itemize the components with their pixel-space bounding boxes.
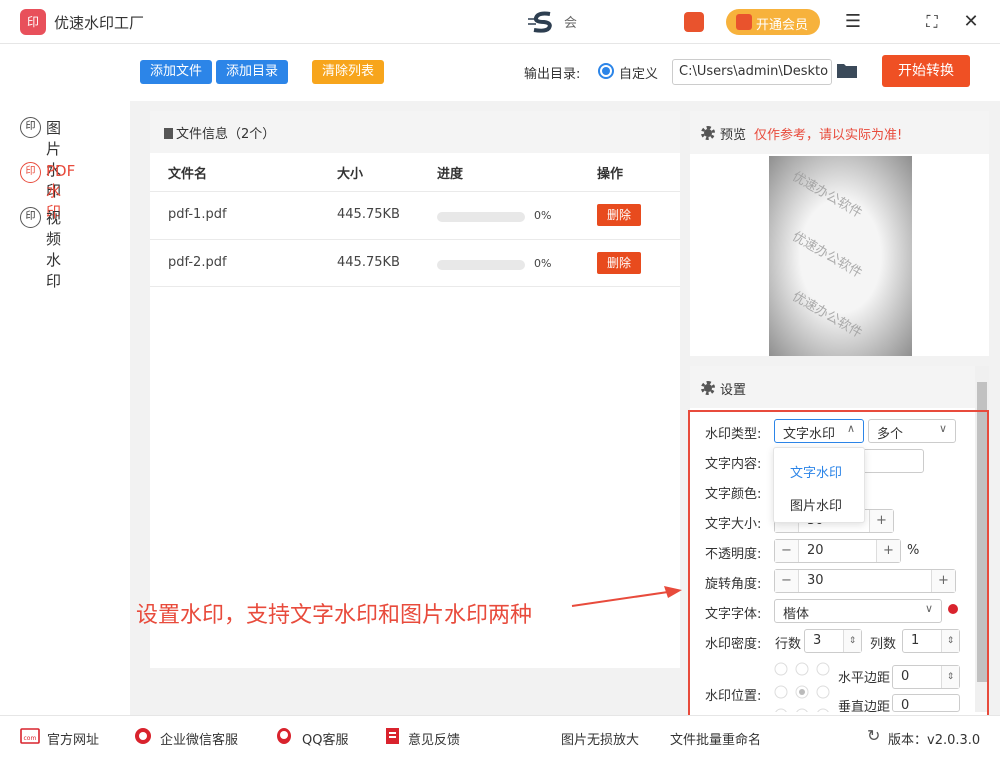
column-header-action: 操作	[597, 167, 624, 182]
add-directory-button[interactable]: 添加目录	[216, 60, 288, 84]
lossless-enlarge-link[interactable]: 图片无损放大	[561, 729, 639, 748]
fullscreen-icon[interactable]: ⛶	[920, 10, 944, 34]
output-dir-label: 输出目录:	[524, 67, 581, 82]
progress-text: 0%	[534, 257, 552, 270]
file-count-label: 文件信息（2个）	[176, 127, 276, 142]
svg-text:com: com	[24, 735, 37, 742]
watermark-text: 优速办公软件	[789, 229, 865, 282]
file-name: pdf-2.pdf	[168, 255, 227, 270]
batch-rename-link[interactable]: 文件批量重命名	[670, 729, 761, 748]
feedback-link[interactable]: 意见反馈	[408, 729, 460, 748]
qq-icon	[277, 728, 291, 744]
watermark-text: 优速办公软件	[789, 169, 865, 222]
website-link[interactable]: 官方网址	[47, 729, 99, 748]
table-row: pdf-1.pdf 445.75KB 0% 删除	[150, 191, 680, 239]
sidebar-item-label: 视频水印	[46, 209, 62, 290]
user-name[interactable]: 会	[564, 12, 577, 31]
ks-icon[interactable]	[684, 12, 704, 32]
progress-text: 0%	[534, 209, 552, 222]
wechat-icon	[135, 728, 151, 744]
app-logo: 印	[20, 9, 46, 35]
feedback-icon	[386, 728, 399, 744]
vip-label: 开通会员	[756, 18, 809, 33]
table-row: pdf-2.pdf 445.75KB 0% 删除	[150, 239, 680, 287]
preview-title: 预览	[720, 128, 747, 143]
add-file-button[interactable]: 添加文件	[140, 60, 212, 84]
file-name: pdf-1.pdf	[168, 207, 227, 222]
preview-note: 仅作参考，请以实际为准!	[754, 128, 903, 143]
progress-bar	[437, 212, 525, 222]
delete-button[interactable]: 删除	[597, 204, 641, 226]
custom-radio[interactable]	[598, 63, 614, 79]
menu-icon[interactable]: ☰	[841, 10, 865, 34]
highlight-box	[688, 410, 989, 720]
column-header-progress: 进度	[437, 167, 464, 182]
file-icon	[164, 128, 173, 139]
qq-service-link[interactable]: QQ客服	[302, 729, 348, 748]
close-icon[interactable]: ✕	[959, 10, 983, 34]
preview-page: 优速办公软件 优速办公软件 优速办公软件	[769, 156, 912, 356]
output-path-input[interactable]: C:\Users\admin\Deskto	[672, 59, 832, 85]
annotation-text: 设置水印，支持文字水印和图片水印两种	[136, 603, 533, 628]
custom-radio-label[interactable]: 自定义	[619, 63, 658, 82]
delete-button[interactable]: 删除	[597, 252, 641, 274]
sidebar	[0, 45, 130, 715]
column-header-name: 文件名	[168, 167, 208, 182]
watermark-text: 优速办公软件	[789, 289, 865, 342]
start-convert-button[interactable]: 开始转换	[882, 55, 970, 87]
column-header-size: 大小	[337, 167, 364, 182]
watermark-icon: 印	[20, 207, 41, 228]
wechat-service-link[interactable]: 企业微信客服	[160, 729, 238, 748]
gear-icon	[701, 381, 715, 395]
watermark-icon: 印	[20, 162, 41, 183]
annotation-arrow-icon	[571, 586, 682, 607]
file-size: 445.75KB	[337, 255, 400, 270]
file-info-title: 文件信息（2个）	[164, 123, 275, 142]
refresh-icon[interactable]: ↻	[867, 726, 880, 745]
folder-icon[interactable]	[837, 62, 857, 78]
app-title: 优速水印工厂	[54, 14, 145, 32]
progress-bar	[437, 260, 525, 270]
version-label: 版本：v2.0.3.0	[888, 733, 981, 748]
brand-s-icon	[528, 11, 552, 33]
clear-list-button[interactable]: 清除列表	[312, 60, 384, 84]
vip-icon	[736, 14, 752, 30]
gear-icon	[701, 126, 715, 140]
file-size: 445.75KB	[337, 207, 400, 222]
vip-button[interactable]: 开通会员	[726, 9, 820, 35]
settings-title: 设置	[720, 383, 747, 398]
website-icon: com	[20, 728, 40, 744]
watermark-icon: 印	[20, 117, 41, 138]
